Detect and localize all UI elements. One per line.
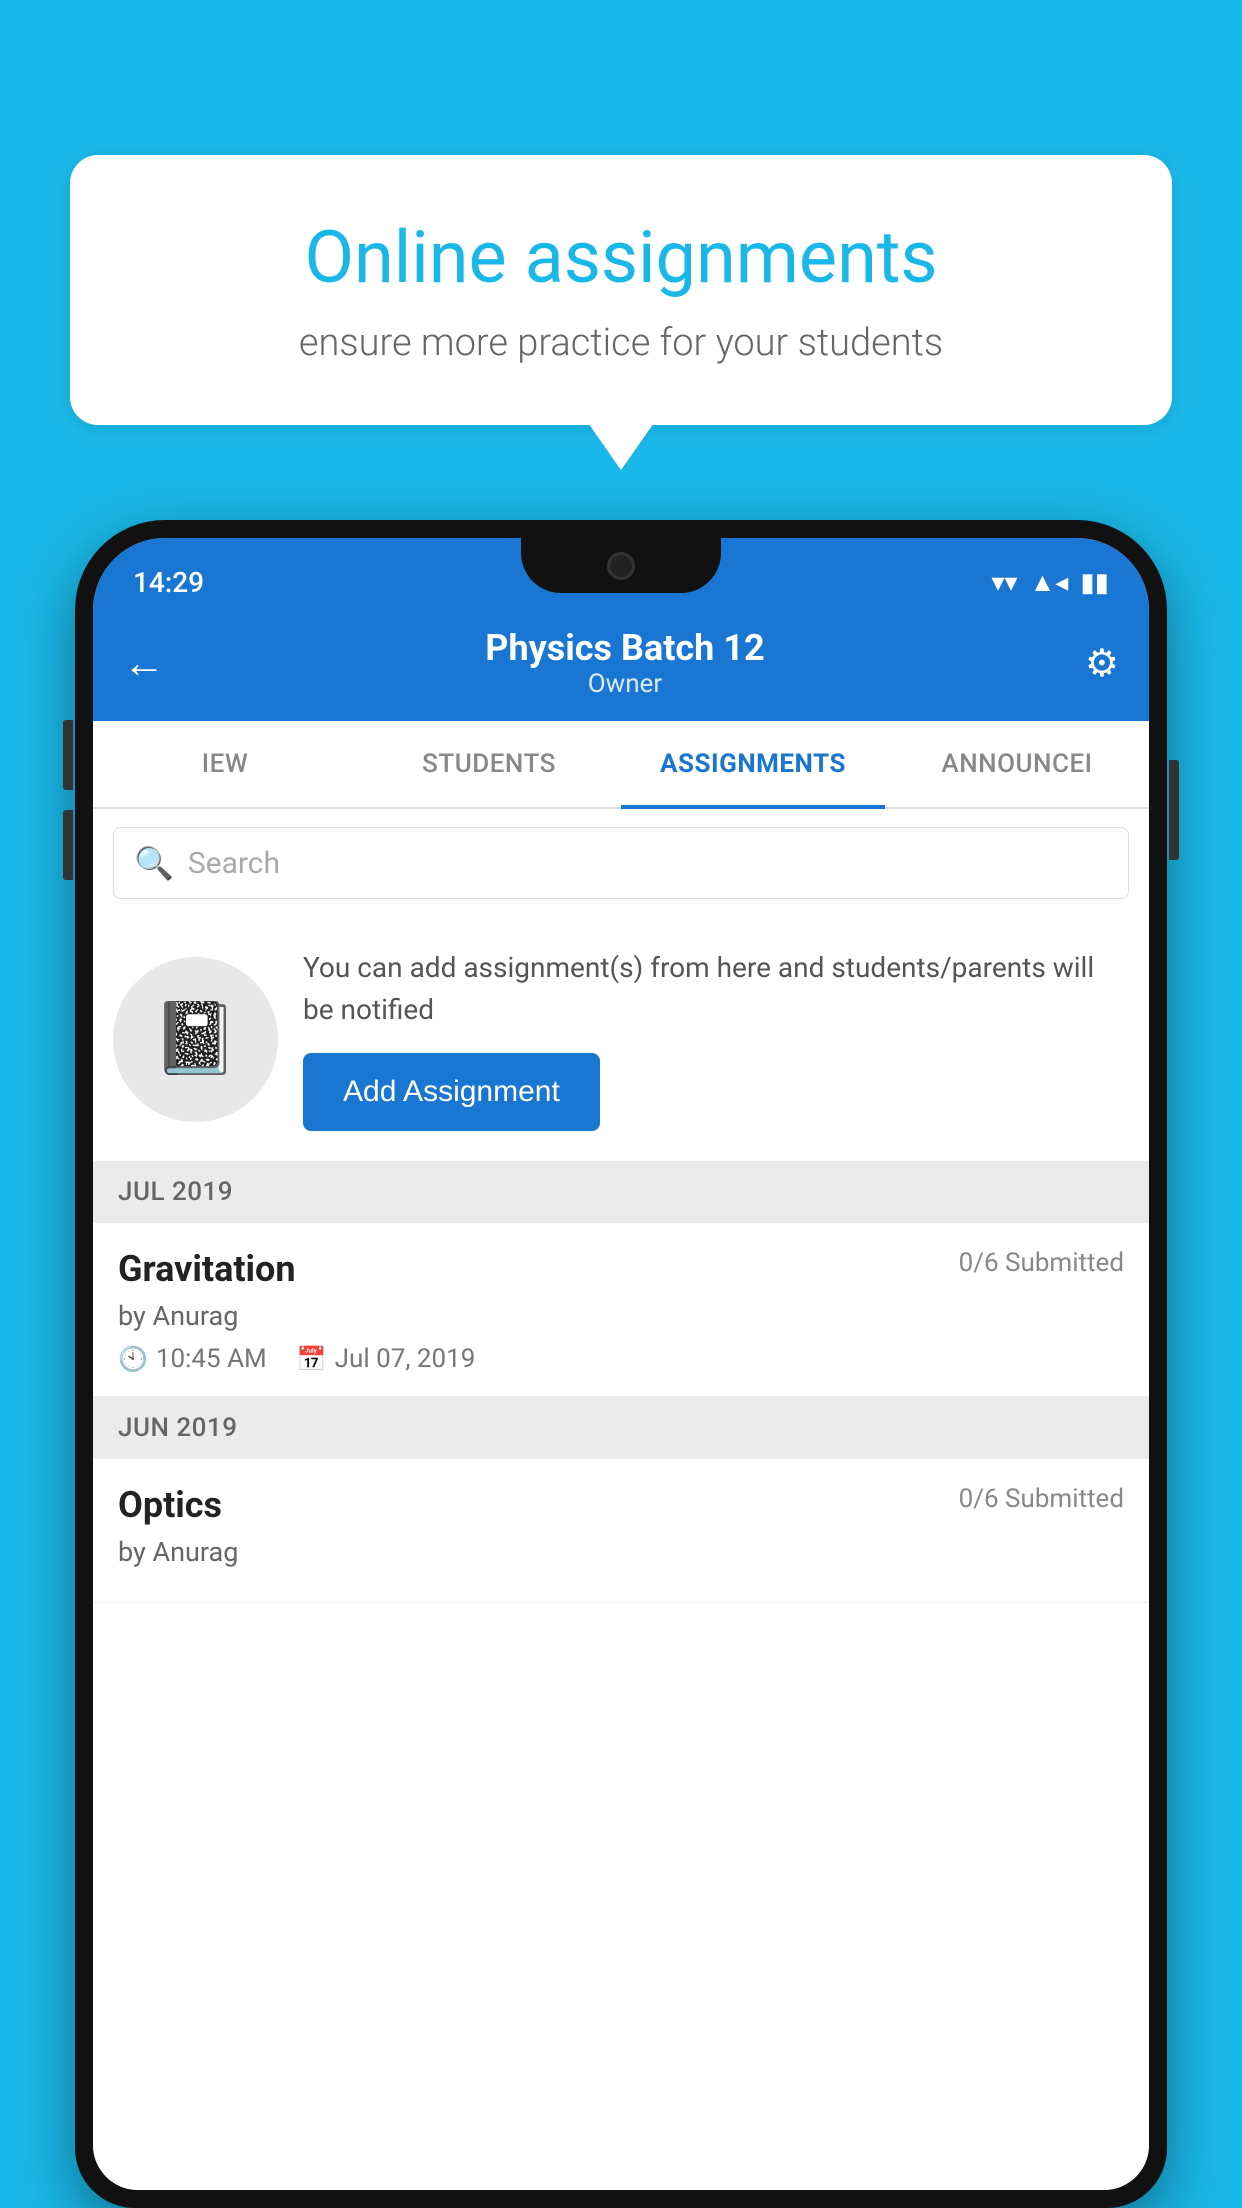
section-jun-2019: JUN 2019 <box>93 1397 1149 1459</box>
power-button <box>1169 760 1179 860</box>
assignment-name-optics: Optics <box>118 1484 222 1526</box>
wifi-icon: ▾▾ <box>991 568 1017 598</box>
phone-notch <box>521 538 721 593</box>
phone-outer: 14:29 ▾▾ ▲◂ ▮▮ ← Physics Batch 12 Owner … <box>75 520 1167 2208</box>
empty-state: 📓 You can add assignment(s) from here an… <box>93 917 1149 1161</box>
tab-iew[interactable]: IEW <box>93 721 357 807</box>
assignment-submitted-optics: 0/6 Submitted <box>959 1484 1124 1514</box>
add-assignment-button[interactable]: Add Assignment <box>303 1053 600 1131</box>
assignment-meta: 🕙 10:45 AM 📅 Jul 07, 2019 <box>118 1344 1124 1374</box>
search-bar[interactable]: 🔍 Search <box>113 827 1129 899</box>
assignment-gravitation[interactable]: Gravitation 0/6 Submitted by Anurag 🕙 10… <box>93 1223 1149 1397</box>
header-subtitle: Owner <box>165 669 1085 699</box>
battery-icon: ▮▮ <box>1080 568 1109 598</box>
assignment-time: 🕙 10:45 AM <box>118 1344 267 1374</box>
search-container: 🔍 Search <box>93 809 1149 917</box>
speech-bubble: Online assignments ensure more practice … <box>70 155 1172 425</box>
header-center: Physics Batch 12 Owner <box>165 627 1085 699</box>
empty-state-description: You can add assignment(s) from here and … <box>303 947 1124 1031</box>
assignment-time-value: 10:45 AM <box>156 1344 267 1374</box>
assignment-by-optics: by Anurag <box>118 1536 1124 1568</box>
app-header: ← Physics Batch 12 Owner ⚙ <box>93 609 1149 721</box>
empty-state-icon-circle: 📓 <box>113 957 278 1122</box>
tab-assignments[interactable]: ASSIGNMENTS <box>621 721 885 807</box>
tab-students[interactable]: STUDENTS <box>357 721 621 807</box>
tab-announcements[interactable]: ANNOUNCEI <box>885 721 1149 807</box>
notebook-icon: 📓 <box>152 998 239 1080</box>
assignment-top: Gravitation 0/6 Submitted <box>118 1248 1124 1290</box>
search-placeholder: Search <box>188 846 280 881</box>
speech-bubble-title: Online assignments <box>140 215 1102 301</box>
assignment-date: 📅 Jul 07, 2019 <box>297 1344 476 1374</box>
signal-icon: ▲◂ <box>1030 567 1069 598</box>
assignment-top-optics: Optics 0/6 Submitted <box>118 1484 1124 1526</box>
assignment-name: Gravitation <box>118 1248 296 1290</box>
speech-bubble-container: Online assignments ensure more practice … <box>70 155 1172 425</box>
phone-camera <box>607 552 635 580</box>
phone-frame: 14:29 ▾▾ ▲◂ ▮▮ ← Physics Batch 12 Owner … <box>75 520 1167 2208</box>
content-area: 🔍 Search 📓 You can add assignment(s) fro… <box>93 809 1149 2190</box>
back-button[interactable]: ← <box>123 639 165 688</box>
volume-button-down <box>63 810 73 880</box>
section-jul-2019: JUL 2019 <box>93 1161 1149 1223</box>
phone-screen: 14:29 ▾▾ ▲◂ ▮▮ ← Physics Batch 12 Owner … <box>93 538 1149 2190</box>
status-icons: ▾▾ ▲◂ ▮▮ <box>991 567 1109 598</box>
search-icon: 🔍 <box>134 844 174 882</box>
volume-button-up <box>63 720 73 790</box>
assignment-date-value: Jul 07, 2019 <box>335 1344 476 1374</box>
assignment-optics[interactable]: Optics 0/6 Submitted by Anurag <box>93 1459 1149 1603</box>
header-title: Physics Batch 12 <box>165 627 1085 669</box>
status-time: 14:29 <box>133 566 204 599</box>
settings-icon[interactable]: ⚙ <box>1085 641 1119 686</box>
speech-bubble-subtitle: ensure more practice for your students <box>140 321 1102 365</box>
calendar-icon: 📅 <box>297 1345 327 1373</box>
empty-state-right: You can add assignment(s) from here and … <box>303 947 1124 1131</box>
clock-icon: 🕙 <box>118 1345 148 1373</box>
tabs-bar: IEW STUDENTS ASSIGNMENTS ANNOUNCEI <box>93 721 1149 809</box>
assignment-by: by Anurag <box>118 1300 1124 1332</box>
assignment-submitted: 0/6 Submitted <box>959 1248 1124 1278</box>
